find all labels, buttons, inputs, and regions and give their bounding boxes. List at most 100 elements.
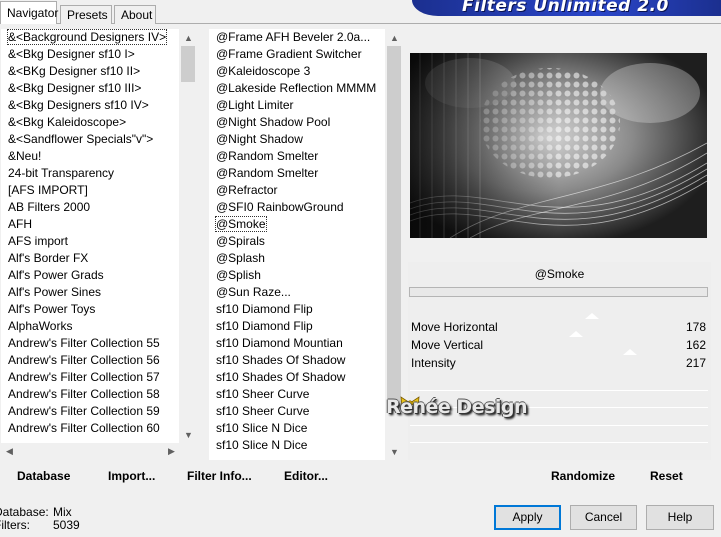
list-item[interactable]: Alf's Power Toys [1, 301, 179, 318]
list-item[interactable]: Alf's Border FX [1, 250, 179, 267]
list-item[interactable]: Andrew's Filter Collection 55 [1, 335, 179, 352]
scroll-thumb[interactable] [181, 46, 195, 82]
list-item[interactable]: &Neu! [1, 148, 179, 165]
list-item[interactable]: @Frame AFH Beveler 2.0a... [209, 29, 385, 46]
list-item-label: sf10 Shades Of Shadow [216, 370, 346, 384]
list-item[interactable]: sf10 Diamond Flip [209, 301, 385, 318]
list-item[interactable]: @Frame Gradient Switcher [209, 46, 385, 63]
filter-list[interactable]: @Frame AFH Beveler 2.0a... @Frame Gradien… [209, 29, 385, 460]
list-item[interactable]: Andrew's Filter Collection 58 [1, 386, 179, 403]
list-item-label: @Frame AFH Beveler 2.0a... [216, 30, 371, 44]
list-item[interactable]: sf10 Shades Of Shadow [209, 369, 385, 386]
list-item[interactable]: AFS import [1, 233, 179, 250]
param-slider-indicator[interactable] [569, 331, 583, 337]
list-item[interactable]: Andrew's Filter Collection 57 [1, 369, 179, 386]
category-list-vscroll[interactable]: ▲ ▼ [180, 29, 197, 443]
list-item[interactable]: sf10 Slice N Dice [209, 420, 385, 437]
param-value: 217 [685, 356, 706, 370]
param-label: Intensity [411, 356, 456, 370]
list-item-label: sf10 Shades Of Shadow [216, 353, 346, 367]
list-item[interactable]: @Kaleidoscope 3 [209, 63, 385, 80]
list-item-label: &Neu! [8, 149, 42, 163]
filter-info-button[interactable]: Filter Info... [187, 468, 252, 484]
list-item-label: &<Sandflower Specials"v"> [8, 132, 154, 146]
database-button[interactable]: Database [17, 468, 70, 484]
list-item[interactable]: Andrew's Filter Collection 56 [1, 352, 179, 369]
param-slider-indicator[interactable] [623, 349, 637, 355]
list-item-label: [AFS IMPORT] [8, 183, 88, 197]
tab-navigator[interactable]: Navigator [0, 1, 58, 24]
category-list-hscroll[interactable]: ◀ ▶ [1, 443, 197, 460]
list-item[interactable]: &<Sandflower Specials"v"> [1, 131, 179, 148]
list-item-label: sf10 Diamond Mountian [216, 336, 343, 350]
param-intensity[interactable]: Intensity 217 [410, 349, 708, 372]
scroll-down-arrow-icon[interactable]: ▼ [386, 443, 403, 460]
tab-about[interactable]: About [114, 5, 156, 24]
list-item-label: @Light Limiter [216, 98, 294, 112]
list-item[interactable]: @Spirals [209, 233, 385, 250]
list-item-label: &<Bkg Designers sf10 IV> [8, 98, 149, 112]
list-item-label: sf10 Diamond Flip [216, 302, 313, 316]
list-item[interactable]: Alf's Power Sines [1, 284, 179, 301]
list-item[interactable]: AFH [1, 216, 179, 233]
cancel-button[interactable]: Cancel [570, 505, 637, 530]
scroll-right-arrow-icon[interactable]: ▶ [163, 443, 180, 460]
list-item[interactable]: @Night Shadow Pool [209, 114, 385, 131]
list-item[interactable]: @Splish [209, 267, 385, 284]
list-item[interactable]: &<Bkg Designer sf10 III> [1, 80, 179, 97]
list-item-label: Alf's Power Toys [8, 302, 96, 316]
list-item[interactable]: sf10 Shades Of Shadow [209, 352, 385, 369]
list-item-label: @Smoke [215, 216, 267, 232]
list-item[interactable]: &<Background Designers IV> [1, 29, 179, 46]
list-item[interactable]: @Splash [209, 250, 385, 267]
list-item[interactable]: &<BKg Designer sf10 II> [1, 63, 179, 80]
list-item[interactable]: &<Bkg Designers sf10 IV> [1, 97, 179, 114]
smoke-preview-graphic [410, 53, 707, 238]
list-item[interactable]: @Night Shadow [209, 131, 385, 148]
list-item[interactable]: &<Bkg Designer sf10 I> [1, 46, 179, 63]
list-item[interactable]: @Sun Raze... [209, 284, 385, 301]
list-item[interactable]: @Light Limiter [209, 97, 385, 114]
import-button[interactable]: Import... [108, 468, 155, 484]
tab-presets[interactable]: Presets [60, 5, 112, 24]
category-list[interactable]: &<Background Designers IV> &<Bkg Designer… [1, 29, 179, 443]
param-move-vertical[interactable]: Move Vertical 162 [410, 331, 708, 354]
list-item-label: sf10 Sheer Curve [216, 387, 310, 401]
apply-button[interactable]: Apply [494, 505, 561, 530]
scroll-up-arrow-icon[interactable]: ▲ [180, 29, 197, 46]
scroll-down-arrow-icon[interactable]: ▼ [180, 426, 197, 443]
list-item[interactable]: Andrew's Filter Collection 59 [1, 403, 179, 420]
list-item-label: @Lakeside Reflection MMMM [216, 81, 377, 95]
list-item[interactable]: sf10 Sheer Curve [209, 403, 385, 420]
list-item[interactable]: [AFS IMPORT] [1, 182, 179, 199]
help-button[interactable]: Help [646, 505, 714, 530]
param-move-horizontal[interactable]: Move Horizontal 178 [410, 313, 708, 336]
list-item[interactable]: @Random Smelter [209, 165, 385, 182]
list-item[interactable]: 24-bit Transparency [1, 165, 179, 182]
list-item[interactable]: sf10 Diamond Flip [209, 318, 385, 335]
list-item[interactable]: AlphaWorks [1, 318, 179, 335]
editor-button[interactable]: Editor... [284, 468, 328, 484]
list-item[interactable]: sf10 Diamond Mountian [209, 335, 385, 352]
list-item[interactable]: &<Bkg Kaleidoscope> [1, 114, 179, 131]
reset-button[interactable]: Reset [650, 468, 683, 484]
scroll-up-arrow-icon[interactable]: ▲ [386, 29, 403, 46]
list-item[interactable]: @SFI0 RainbowGround [209, 199, 385, 216]
list-item-label: &<Bkg Designer sf10 III> [8, 81, 142, 95]
list-item[interactable]: sf10 Slice N Dice [209, 437, 385, 454]
scroll-left-arrow-icon[interactable]: ◀ [1, 443, 18, 460]
list-item-label: &<BKg Designer sf10 II> [8, 64, 141, 78]
list-item[interactable]: sf10 Sheer Curve [209, 386, 385, 403]
scroll-thumb[interactable] [387, 46, 401, 402]
list-item[interactable]: Alf's Power Grads [1, 267, 179, 284]
param-slider-indicator[interactable] [585, 313, 599, 319]
list-item[interactable]: @Lakeside Reflection MMMM [209, 80, 385, 97]
list-item[interactable]: @Smoke [209, 216, 385, 233]
list-item[interactable]: Andrew's Filter Collection 60 [1, 420, 179, 437]
list-item[interactable]: @Random Smelter [209, 148, 385, 165]
list-item[interactable]: AB Filters 2000 [1, 199, 179, 216]
randomize-button[interactable]: Randomize [551, 468, 615, 484]
param-value: 162 [685, 338, 706, 352]
list-item-label: @Night Shadow Pool [216, 115, 331, 129]
list-item[interactable]: @Refractor [209, 182, 385, 199]
